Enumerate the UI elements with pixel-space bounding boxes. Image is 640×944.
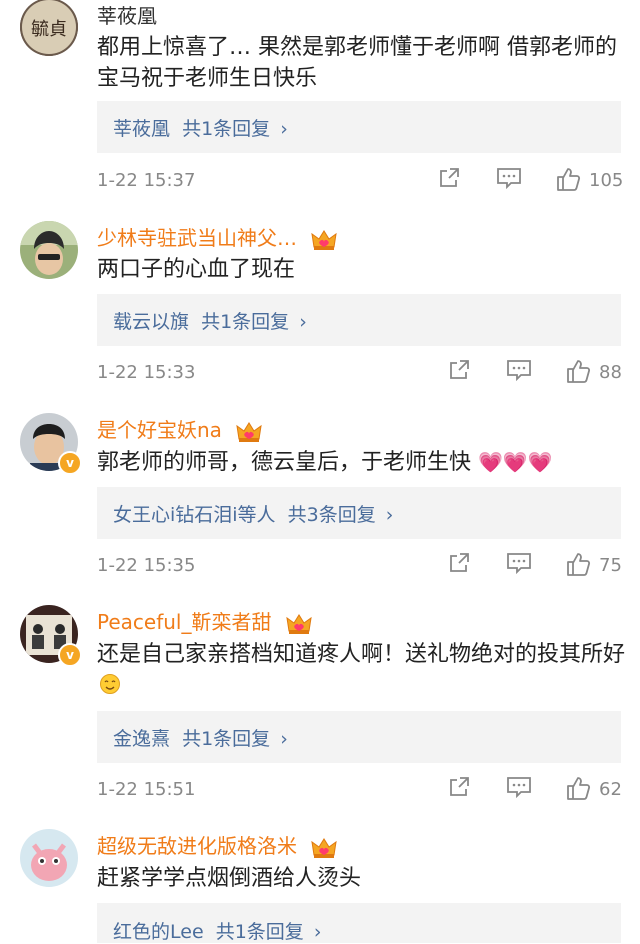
comment-icon[interactable] (506, 551, 532, 575)
reply-preview[interactable]: 载云以旗 共1条回复 › (97, 294, 621, 346)
comment-text: 赶紧学学点烟倒酒给人烫头 (97, 866, 362, 891)
share-icon[interactable] (437, 166, 461, 190)
username-text: 超级无敌进化版格洛米 (97, 834, 297, 858)
reply-link[interactable]: 莘莜凰 共1条回复 › (113, 114, 288, 141)
comment-username[interactable]: 少林寺驻武当山神父… (97, 222, 338, 251)
comment-username[interactable]: Peaceful_靳栾者甜 (97, 606, 312, 635)
reply-count: 共1条回复 (201, 311, 290, 333)
comment-username[interactable]: 莘莜凰 (97, 0, 157, 29)
reply-preview[interactable]: 金逸熹 共1条回复 › (97, 711, 621, 763)
reply-link[interactable]: 金逸熹 共1条回复 › (113, 724, 288, 751)
heart-emoji-icon: 💗 (502, 450, 528, 474)
chevron-right-icon: › (299, 311, 307, 333)
avatar-image (20, 829, 78, 887)
comment-text: 还是自己家亲搭档知道疼人啊！送礼物绝对的投其所好 (97, 639, 627, 701)
share-icon[interactable] (447, 551, 471, 575)
reply-author: 金逸熹 (113, 728, 171, 750)
heart-emoji-icon: 💗 (478, 450, 503, 474)
avatar-image: 毓貞 (20, 0, 78, 56)
share-icon[interactable] (447, 775, 471, 799)
heart-emoji-icon: 💗 (527, 450, 553, 474)
chevron-right-icon: › (280, 728, 288, 750)
hug-emoji-icon (100, 674, 120, 694)
username-text: 少林寺驻武当山神父… (97, 226, 297, 250)
chevron-right-icon: › (280, 118, 288, 140)
thumbs-up-icon[interactable] (565, 551, 591, 577)
comment-icon[interactable] (496, 166, 522, 190)
comment-actions: 75 (0, 551, 640, 581)
username-text: Peaceful_靳栾者甜 (97, 610, 272, 634)
thumbs-up-icon[interactable] (565, 358, 591, 384)
reply-preview[interactable]: 女王心i钻石泪i等人 共3条回复 › (97, 487, 621, 539)
comment-text: 郭老师的师哥，德云皇后，于老师生快 💗💗💗 (97, 447, 627, 478)
reply-link[interactable]: 女王心i钻石泪i等人 共3条回复 › (113, 500, 393, 527)
reply-author: 女王心i钻石泪i等人 (113, 504, 276, 526)
vip-crown-icon (311, 837, 338, 858)
reply-link[interactable]: 红色的Lee 共1条回复 › (113, 917, 321, 944)
avatar[interactable] (20, 221, 78, 279)
comment-icon[interactable] (506, 775, 532, 799)
comment-actions: 88 (0, 358, 640, 388)
reply-count: 共3条回复 (287, 504, 376, 526)
vip-crown-icon (236, 421, 262, 442)
thumbs-up-icon[interactable] (565, 775, 591, 801)
comment-icon[interactable] (506, 358, 532, 382)
like-count: 88 (599, 362, 622, 383)
reply-count: 共1条回复 (182, 728, 271, 750)
reply-preview[interactable]: 莘莜凰 共1条回复 › (97, 101, 621, 153)
comment-username[interactable]: 超级无敌进化版格洛米 (97, 830, 338, 859)
vip-crown-icon (286, 613, 312, 634)
reply-author: 载云以旗 (113, 311, 190, 333)
chevron-right-icon: › (313, 921, 322, 943)
comment-text: 两口子的心血了现在 (97, 257, 296, 282)
comment-text: 都用上惊喜了… 果然是郭老师懂于老师啊 借郭老师的宝马祝于老师生日快乐 (97, 35, 617, 91)
avatar-image (20, 221, 78, 279)
thumbs-up-icon[interactable] (555, 166, 581, 192)
reply-author: 莘莜凰 (113, 118, 171, 140)
reply-count: 共1条回复 (182, 118, 271, 140)
reply-count: 共1条回复 (215, 921, 304, 943)
like-count: 105 (589, 170, 624, 191)
comment-actions: 62 (0, 775, 640, 805)
verified-badge-icon: v (58, 451, 82, 475)
like-count: 75 (599, 555, 622, 576)
share-icon[interactable] (447, 358, 471, 382)
comment-text-body: 还是自己家亲搭档知道疼人啊！送礼物绝对的投其所好 (97, 642, 626, 667)
reply-preview[interactable]: 红色的Lee 共1条回复 › (97, 903, 621, 943)
vip-crown-icon (311, 229, 338, 250)
comment-text-body: 郭老师的师哥，德云皇后，于老师生快 (97, 450, 472, 475)
verified-badge-icon: v (58, 643, 82, 667)
chevron-right-icon: › (385, 504, 394, 526)
comment-actions: 105 (0, 166, 640, 196)
avatar[interactable] (20, 829, 78, 887)
avatar-seal-text: 毓貞 (31, 19, 67, 40)
reply-link[interactable]: 载云以旗 共1条回复 › (113, 307, 307, 334)
avatar[interactable]: 毓貞 (20, 0, 78, 56)
reply-author: 红色的Lee (113, 921, 204, 943)
like-count: 62 (599, 779, 622, 800)
comment-username[interactable]: 是个好宝妖na (97, 414, 262, 443)
username-text: 是个好宝妖na (97, 418, 222, 442)
